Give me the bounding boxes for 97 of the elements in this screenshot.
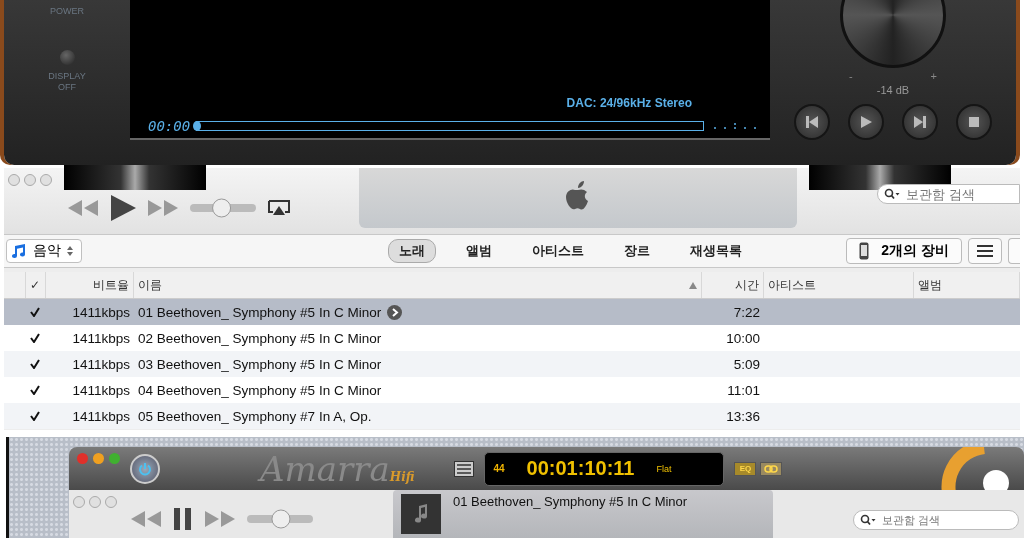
now-playing-title: 01 Beethoven_ Symphony #5 In C Minor bbox=[453, 494, 688, 511]
devices-button[interactable]: 2개의 장비 bbox=[846, 238, 962, 264]
progress-bar[interactable] bbox=[196, 121, 704, 131]
checkmark-icon[interactable] bbox=[30, 359, 40, 369]
column-header[interactable]: 비트율 bbox=[46, 272, 134, 298]
window-zoom-button[interactable] bbox=[109, 453, 120, 464]
column-header[interactable]: 아티스트 bbox=[764, 272, 914, 298]
track-name-cell: 03 Beethoven_ Symphony #5 In C Minor bbox=[138, 356, 382, 372]
volume-slider[interactable] bbox=[247, 509, 313, 529]
view-tab[interactable]: 장르 bbox=[614, 239, 660, 263]
link-icon bbox=[764, 464, 779, 473]
play-icon bbox=[859, 115, 873, 129]
volume-reading: -14 dB bbox=[876, 84, 910, 96]
checkmark-icon[interactable] bbox=[30, 385, 40, 395]
stop-icon bbox=[967, 115, 981, 129]
slider-thumb[interactable] bbox=[271, 509, 291, 529]
link-button[interactable] bbox=[760, 461, 783, 476]
logo-suffix: Hifi bbox=[389, 470, 415, 484]
fast-forward-icon[interactable] bbox=[205, 511, 235, 527]
checkmark-icon[interactable] bbox=[30, 411, 40, 421]
volume-minus: - bbox=[848, 70, 853, 82]
previous-icon bbox=[805, 115, 819, 129]
fast-forward-icon[interactable] bbox=[148, 200, 178, 216]
list-view-button[interactable] bbox=[968, 238, 1002, 264]
power-icon bbox=[138, 461, 152, 476]
search-icon bbox=[860, 514, 876, 526]
pause-icon[interactable] bbox=[173, 508, 193, 530]
checkmark-icon[interactable] bbox=[30, 307, 40, 317]
track-row[interactable]: 1411kbps 05 Beethoven_ Symphony #7 In A, Op. 13:36 bbox=[4, 403, 1020, 429]
elapsed-time: 00:00 bbox=[148, 118, 191, 134]
window-close-button[interactable] bbox=[8, 174, 20, 186]
search-field[interactable]: 보관함 검색 bbox=[853, 510, 1019, 530]
window-zoom-button[interactable] bbox=[105, 496, 117, 508]
list-icon bbox=[977, 245, 993, 257]
track-row[interactable]: 1411kbps 03 Beethoven_ Symphony #5 In C Minor 5:09 bbox=[4, 351, 1020, 377]
time-cell-text: 5:09 bbox=[732, 355, 761, 374]
bitrate-cell-text: 1411kbps bbox=[71, 355, 131, 374]
column-header[interactable]: ✓ bbox=[26, 272, 46, 298]
next-icon bbox=[913, 115, 927, 129]
sort-ascending-icon bbox=[689, 281, 697, 289]
volume-plus: + bbox=[930, 70, 938, 82]
window-zoom-button[interactable] bbox=[40, 174, 52, 186]
time-counter: 00:01:10:11 bbox=[526, 457, 635, 480]
volume-slider[interactable] bbox=[190, 198, 256, 218]
progress-thumb[interactable] bbox=[193, 121, 202, 131]
dac-readout: DAC: 24/96kHz Stereo bbox=[566, 96, 692, 110]
view-tab[interactable]: 노래 bbox=[388, 239, 436, 263]
previous-button[interactable] bbox=[794, 104, 830, 140]
track-row[interactable]: 1411kbps 01 Beethoven_ Symphony #5 In C Minor 7:22 bbox=[4, 299, 1020, 325]
next-button[interactable] bbox=[902, 104, 938, 140]
time-cell-text: 10:00 bbox=[725, 329, 761, 348]
bitrate-cell-text: 1411kbps bbox=[71, 407, 131, 426]
stepper-icon bbox=[67, 245, 73, 257]
track-row[interactable]: 1411kbps 02 Beethoven_ Symphony #5 In C Minor 10:00 bbox=[4, 325, 1020, 351]
window-minimize-button[interactable] bbox=[24, 174, 36, 186]
column-header[interactable]: 앨범 bbox=[914, 272, 1020, 298]
airplay-icon[interactable] bbox=[268, 200, 290, 216]
checkmark-icon[interactable] bbox=[30, 333, 40, 343]
display-off-label: DISPLAY OFF bbox=[47, 71, 87, 93]
bitrate-cell-text: 1411kbps bbox=[71, 303, 131, 322]
power-label: POWER bbox=[50, 6, 84, 16]
rewind-icon[interactable] bbox=[68, 200, 98, 216]
search-icon bbox=[884, 188, 901, 200]
track-name-cell: 05 Beethoven_ Symphony #7 In A, Op. bbox=[138, 408, 372, 424]
music-note-icon bbox=[414, 504, 428, 524]
play-button[interactable] bbox=[848, 104, 884, 140]
slider-thumb[interactable] bbox=[212, 198, 232, 218]
library-dropdown[interactable]: 음악 bbox=[6, 239, 82, 263]
time-cell-text: 11:01 bbox=[726, 381, 761, 400]
time-cell-text: 13:36 bbox=[725, 407, 761, 426]
column-header[interactable]: 시간 bbox=[702, 272, 764, 298]
window-minimize-button[interactable] bbox=[89, 496, 101, 508]
bitrate-cell-text: 1411kbps bbox=[71, 381, 131, 400]
menu-icon[interactable] bbox=[454, 460, 475, 477]
phone-icon bbox=[859, 242, 870, 260]
track-row[interactable]: 1411kbps 04 Beethoven_ Symphony #5 In C Minor 11:01 bbox=[4, 377, 1020, 403]
rewind-icon[interactable] bbox=[131, 511, 161, 527]
power-button[interactable] bbox=[130, 453, 160, 484]
partial-button[interactable] bbox=[1008, 238, 1020, 264]
view-tab[interactable]: 아티스트 bbox=[522, 239, 594, 263]
search-field[interactable]: 보관함 검색 bbox=[877, 184, 1020, 204]
play-icon[interactable] bbox=[110, 195, 136, 221]
sample-rate: 44 bbox=[493, 463, 505, 474]
view-tab[interactable]: 재생목록 bbox=[680, 239, 752, 263]
track-name-cell: 02 Beethoven_ Symphony #5 In C Minor bbox=[138, 330, 382, 346]
stop-button[interactable] bbox=[956, 104, 992, 140]
track-name-cell: 04 Beethoven_ Symphony #5 In C Minor bbox=[138, 382, 382, 398]
column-header[interactable]: 이름 bbox=[134, 272, 702, 298]
eq-preset: Flat bbox=[656, 463, 672, 474]
music-note-icon bbox=[11, 243, 27, 259]
bitrate-cell-text: 1411kbps bbox=[71, 329, 131, 348]
view-tab[interactable]: 앨범 bbox=[456, 239, 502, 263]
track-name-cell: 01 Beethoven_ Symphony #5 In C Minor bbox=[138, 304, 382, 320]
window-close-button[interactable] bbox=[73, 496, 85, 508]
time-cell-text: 7:22 bbox=[732, 303, 761, 322]
display-off-button[interactable] bbox=[59, 50, 75, 65]
window-minimize-button[interactable] bbox=[93, 453, 104, 464]
